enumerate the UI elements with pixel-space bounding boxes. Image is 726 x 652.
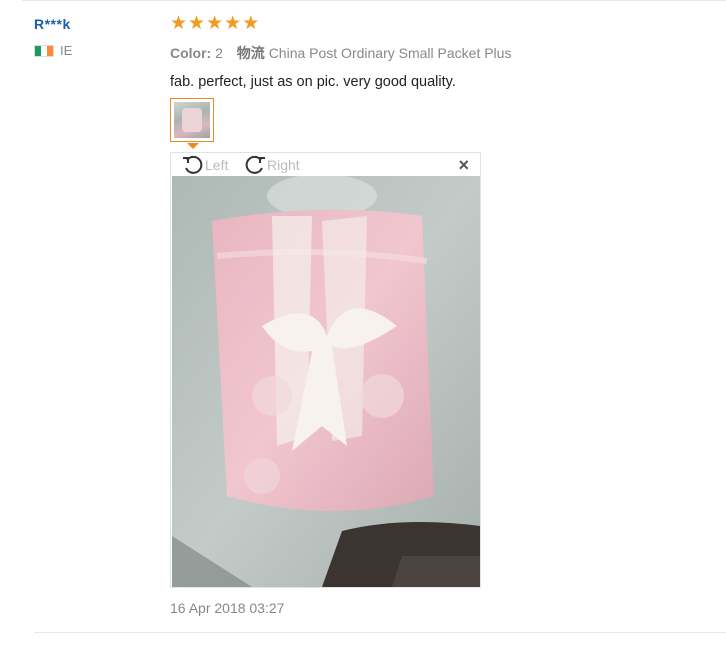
thumbnail-pointer-icon bbox=[187, 143, 199, 149]
star-icon: ★ bbox=[206, 13, 224, 34]
reviewer-name[interactable]: R***k bbox=[34, 16, 72, 32]
shipping-label: 物流 bbox=[236, 45, 265, 61]
review-photo bbox=[172, 176, 480, 587]
photo-viewer: Left Right × bbox=[170, 152, 481, 588]
close-viewer-button[interactable]: × bbox=[458, 155, 469, 176]
review-text: fab. perfect, just as on pic. very good … bbox=[170, 74, 456, 90]
rotate-right-icon bbox=[245, 155, 265, 174]
color-label: Color: bbox=[170, 45, 212, 61]
photo-viewer-toolbar: Left Right × bbox=[171, 153, 480, 176]
thumbnail-image bbox=[174, 102, 210, 138]
ireland-flag-icon bbox=[34, 44, 54, 57]
reviewer-info: R***k IE bbox=[34, 16, 72, 58]
country-code: IE bbox=[60, 43, 73, 58]
rating-stars: ★ ★ ★ ★ ★ bbox=[170, 14, 726, 34]
reviewer-country: IE bbox=[34, 43, 72, 58]
rotate-left-button[interactable]: Left bbox=[181, 154, 228, 176]
order-info: Color: 2 物流 China Post Ordinary Small Pa… bbox=[170, 43, 726, 63]
review-body: ★ ★ ★ ★ ★ Color: 2 物流 China Post Ordinar… bbox=[170, 14, 726, 91]
rotate-left-icon bbox=[183, 155, 203, 174]
star-icon: ★ bbox=[242, 13, 260, 34]
review-photo-thumbnail[interactable] bbox=[170, 98, 214, 142]
bottom-divider bbox=[34, 632, 726, 633]
review-date: 16 Apr 2018 03:27 bbox=[170, 600, 285, 616]
rotate-right-label: Right bbox=[267, 157, 300, 173]
rotate-right-button[interactable]: Right bbox=[243, 154, 300, 176]
rotate-left-label: Left bbox=[205, 157, 229, 173]
color-value: 2 bbox=[215, 45, 223, 61]
review-photo-image bbox=[172, 176, 480, 587]
top-divider bbox=[22, 0, 726, 1]
star-icon: ★ bbox=[188, 13, 206, 34]
star-icon: ★ bbox=[224, 13, 242, 34]
star-icon: ★ bbox=[170, 13, 188, 34]
shipping-value: China Post Ordinary Small Packet Plus bbox=[268, 45, 512, 61]
